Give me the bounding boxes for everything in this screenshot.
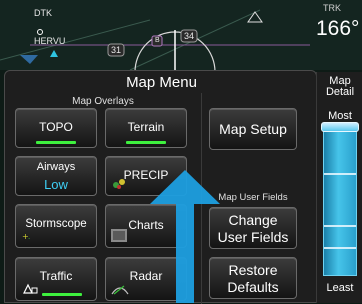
airways-label: Airways: [36, 161, 76, 173]
slider-tick: [324, 225, 356, 227]
terrain-button[interactable]: Terrain: [105, 108, 187, 148]
topo-label: TOPO: [39, 120, 73, 134]
stormscope-label: Stormscope: [25, 218, 87, 230]
swipe-up-arrow-icon: [150, 170, 220, 303]
change-user-fields-label-line1: Change: [228, 212, 278, 228]
menu-title: Map Menu: [126, 74, 197, 91]
traffic-active-bar: [42, 293, 82, 296]
detail-least-label: Least: [326, 282, 354, 294]
map-overlays-title: Map Overlays: [72, 96, 134, 107]
slider-tick: [324, 173, 356, 175]
terrain-active-bar: [126, 141, 166, 144]
airway-34-label: 34: [184, 31, 195, 41]
map-detail-title-line2: Detail: [325, 86, 355, 98]
map-detail-panel: Map Detail Most Least: [316, 72, 362, 303]
restore-defaults-label-line2: Defaults: [227, 279, 279, 295]
airways-button[interactable]: Airways Low: [15, 156, 97, 196]
trk-value: 166°: [316, 17, 360, 40]
topo-button[interactable]: TOPO: [15, 108, 97, 148]
map-detail-slider-handle[interactable]: [321, 122, 359, 132]
dtk-label: DTK: [34, 8, 52, 18]
waypoint-label: HERVU: [34, 36, 66, 46]
change-user-fields-button[interactable]: Change User Fields: [209, 207, 297, 249]
map-setup-button[interactable]: Map Setup: [209, 108, 297, 150]
map-setup-label: Map Setup: [219, 121, 287, 137]
map-detail-slider[interactable]: [323, 124, 357, 276]
slider-tick: [324, 247, 356, 249]
restore-defaults-button[interactable]: Restore Defaults: [209, 257, 297, 299]
svg-text:·: ·: [28, 235, 30, 243]
trk-label: TRK: [323, 3, 341, 13]
marker-b-label: B: [155, 37, 160, 44]
change-user-fields-label-line2: User Fields: [217, 229, 289, 245]
topo-active-bar: [36, 141, 76, 144]
terrain-label: Terrain: [127, 120, 165, 134]
stormscope-button[interactable]: + · Stormscope: [15, 204, 97, 248]
map-detail-title: Map Detail: [317, 76, 362, 98]
traffic-button[interactable]: Traffic: [15, 257, 97, 301]
airways-value: Low: [44, 177, 68, 192]
restore-defaults-label-line1: Restore: [228, 262, 278, 278]
airway-31-label: 31: [111, 45, 122, 55]
detail-most-label: Most: [328, 110, 352, 122]
traffic-label: Traffic: [39, 269, 73, 283]
